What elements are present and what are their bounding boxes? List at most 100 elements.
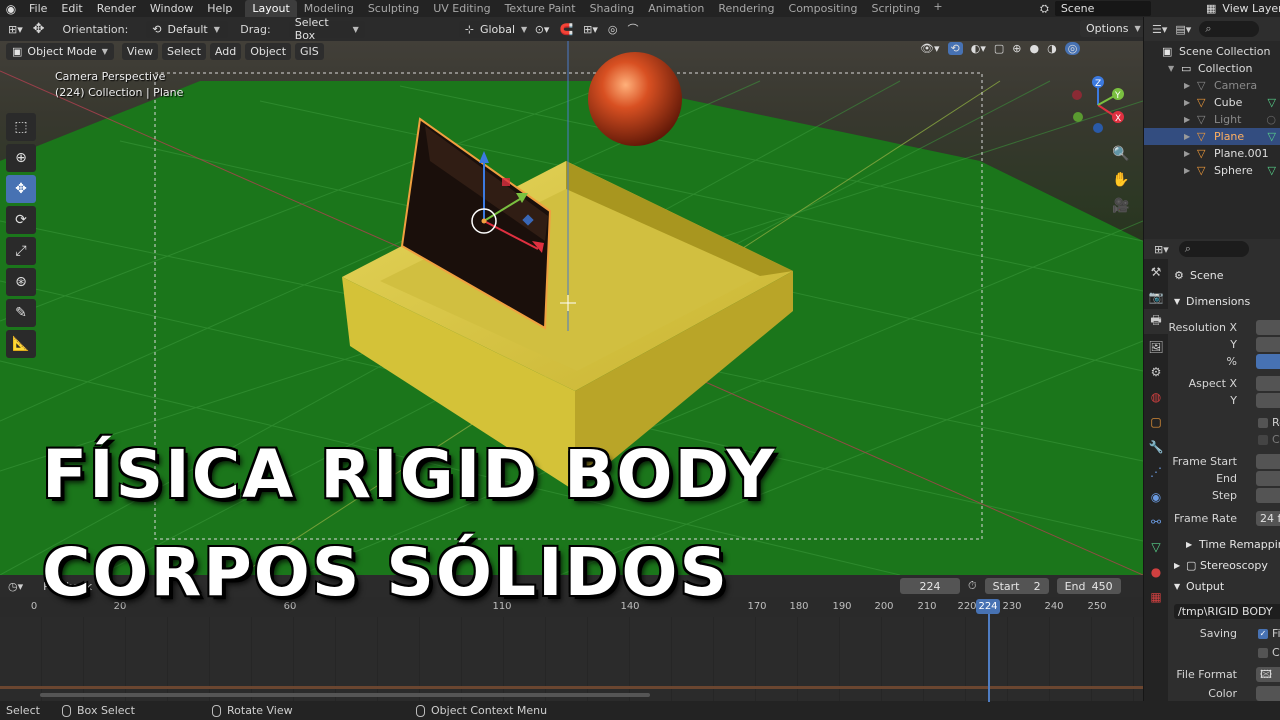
- menu-help[interactable]: Help: [200, 0, 239, 17]
- view-layer-field[interactable]: View Layer: [1222, 2, 1280, 15]
- transform-tool-icon[interactable]: ⊛: [6, 268, 36, 296]
- menu-edit[interactable]: Edit: [54, 0, 89, 17]
- modifier-tab-icon[interactable]: 🔧: [1144, 434, 1168, 459]
- tab-uv-editing[interactable]: UV Editing: [426, 0, 497, 17]
- frame-start-field[interactable]: [1256, 454, 1280, 469]
- outliner-search-input[interactable]: ⌕: [1199, 21, 1260, 37]
- menu-window[interactable]: Window: [143, 0, 200, 17]
- aspect-y-field[interactable]: [1256, 393, 1280, 408]
- expand-triangle-icon[interactable]: ▶: [1184, 98, 1192, 107]
- move-gizmo-icon[interactable]: ✥: [33, 21, 45, 37]
- snap-icon[interactable]: 🧲: [559, 23, 573, 36]
- object-tab-icon[interactable]: ▢: [1144, 409, 1168, 434]
- annotate-tool-icon[interactable]: ✎: [6, 299, 36, 327]
- scene-tab-icon[interactable]: ⚙: [1144, 359, 1168, 384]
- tab-rendering[interactable]: Rendering: [711, 0, 781, 17]
- start-frame-field[interactable]: Start 2: [984, 578, 1049, 594]
- material-tab-icon[interactable]: ●: [1144, 559, 1168, 584]
- solid-shading-icon[interactable]: ●: [1029, 42, 1039, 55]
- rotate-tool-icon[interactable]: ⟳: [6, 206, 36, 234]
- output-section[interactable]: ▼ Output: [1168, 578, 1280, 595]
- tab-sculpting[interactable]: Sculpting: [361, 0, 426, 17]
- transform-orientation-dropdown[interactable]: ⊹ Global ▼: [458, 20, 527, 38]
- constraints-tab-icon[interactable]: ⚯: [1144, 509, 1168, 534]
- expand-triangle-icon[interactable]: ▶: [1184, 166, 1192, 175]
- xray-icon[interactable]: ▢: [994, 42, 1004, 55]
- scene-name-field[interactable]: Scene: [1054, 1, 1151, 16]
- time-remapping-section[interactable]: ▶ Time Remapping: [1168, 536, 1280, 553]
- wireframe-shading-icon[interactable]: ⊕: [1012, 42, 1021, 55]
- data-tab-icon[interactable]: ▽: [1144, 534, 1168, 559]
- outliner-scene-collection[interactable]: ▣ Scene Collection: [1144, 43, 1280, 60]
- red-sphere[interactable]: [588, 52, 682, 146]
- timeline-scrollbar[interactable]: [40, 693, 650, 697]
- outliner-item-plane[interactable]: ▶ ▽ Plane ▽: [1144, 128, 1280, 145]
- menu-render[interactable]: Render: [90, 0, 143, 17]
- outliner-item-light[interactable]: ▶ ▽ Light ○: [1144, 111, 1280, 128]
- outliner-item-cube[interactable]: ▶ ▽ Cube ▽: [1144, 94, 1280, 111]
- falloff-icon[interactable]: ⌒: [628, 21, 639, 37]
- visibility-icon[interactable]: 👁▾: [920, 42, 940, 55]
- options-dropdown[interactable]: Options ▼: [1080, 20, 1147, 37]
- overlay-icon[interactable]: ◐▾: [971, 42, 986, 55]
- editor-type-icon[interactable]: ⊞▾: [8, 23, 23, 36]
- properties-search-input[interactable]: ⌕: [1178, 241, 1249, 257]
- drag-dropdown[interactable]: Select Box ▼: [288, 16, 365, 42]
- menu-file[interactable]: File: [22, 0, 54, 17]
- add-workspace-icon[interactable]: +: [927, 0, 948, 17]
- output-path-field[interactable]: /tmp\RIGID BODY: [1174, 604, 1280, 619]
- scale-tool-icon[interactable]: ⤢: [6, 237, 36, 265]
- view-layer-tab-icon[interactable]: 🖼: [1144, 334, 1168, 359]
- tab-texture-paint[interactable]: Texture Paint: [498, 0, 583, 17]
- pivot-point-icon[interactable]: ⊙▾: [535, 23, 550, 36]
- cursor-tool-icon[interactable]: ⊕: [6, 144, 36, 172]
- tab-modeling[interactable]: Modeling: [297, 0, 361, 17]
- properties-editor-icon[interactable]: ⊞▾: [1154, 243, 1169, 256]
- orientation-dropdown[interactable]: ⟲ Default ▼: [146, 20, 229, 38]
- tab-compositing[interactable]: Compositing: [782, 0, 865, 17]
- file-extensions-checkbox[interactable]: ✓: [1258, 628, 1268, 639]
- outliner-item-sphere[interactable]: ▶ ▽ Sphere ▽: [1144, 162, 1280, 179]
- object-mode-dropdown[interactable]: ▣ Object Mode ▼: [6, 42, 114, 60]
- physics-tab-icon[interactable]: ◉: [1144, 484, 1168, 509]
- display-mode-icon[interactable]: ▤▾: [1175, 23, 1191, 36]
- material-shading-icon[interactable]: ◑: [1047, 42, 1057, 55]
- render-region-checkbox[interactable]: [1258, 417, 1268, 428]
- aspect-x-field[interactable]: [1256, 376, 1280, 391]
- current-frame-field[interactable]: 224: [900, 578, 960, 594]
- menu-gis[interactable]: GIS: [295, 42, 324, 60]
- proportional-edit-icon[interactable]: ◎: [608, 23, 618, 36]
- resolution-x-field[interactable]: [1256, 320, 1280, 335]
- stereoscopy-section[interactable]: ▶ ▢ Stereoscopy: [1168, 557, 1280, 574]
- tab-layout[interactable]: Layout: [245, 0, 297, 17]
- zoom-icon[interactable]: 🔍: [1110, 143, 1132, 165]
- expand-triangle-icon[interactable]: ▶: [1184, 115, 1192, 124]
- pan-hand-icon[interactable]: ✋: [1110, 169, 1132, 191]
- blender-logo-icon[interactable]: ◉: [0, 0, 22, 17]
- expand-triangle-icon[interactable]: ▼: [1168, 64, 1176, 73]
- timeline-tracks[interactable]: [0, 617, 1143, 701]
- tab-animation[interactable]: Animation: [641, 0, 711, 17]
- frame-end-field[interactable]: [1256, 471, 1280, 486]
- tab-shading[interactable]: Shading: [583, 0, 642, 17]
- tab-scripting[interactable]: Scripting: [864, 0, 927, 17]
- timeline-editor-icon[interactable]: ◷▾: [8, 580, 23, 593]
- outliner-editor-icon[interactable]: ☰▾: [1152, 23, 1167, 36]
- outliner-collection[interactable]: ▼ ▭ Collection: [1144, 60, 1280, 77]
- menu-object[interactable]: Object: [245, 42, 292, 60]
- tool-tab-icon[interactable]: ⚒: [1144, 259, 1168, 284]
- resolution-percent-field[interactable]: [1256, 354, 1280, 369]
- output-tab-icon[interactable]: 🖶: [1144, 309, 1168, 334]
- cache-result-checkbox[interactable]: [1258, 647, 1268, 658]
- dimensions-section[interactable]: ▼ Dimensions: [1168, 293, 1280, 310]
- world-tab-icon[interactable]: ◍: [1144, 384, 1168, 409]
- end-frame-field[interactable]: End 450: [1056, 578, 1121, 594]
- frame-step-field[interactable]: [1256, 488, 1280, 503]
- render-tab-icon[interactable]: 📷: [1144, 284, 1168, 309]
- texture-tab-icon[interactable]: ▦: [1144, 584, 1168, 609]
- file-format-dropdown[interactable]: 🖾: [1256, 667, 1280, 682]
- playhead[interactable]: 224: [976, 599, 1000, 614]
- crop-checkbox[interactable]: [1258, 434, 1268, 445]
- stopwatch-icon[interactable]: ⏱: [968, 579, 977, 593]
- scene-icon[interactable]: ⛭: [1040, 2, 1049, 16]
